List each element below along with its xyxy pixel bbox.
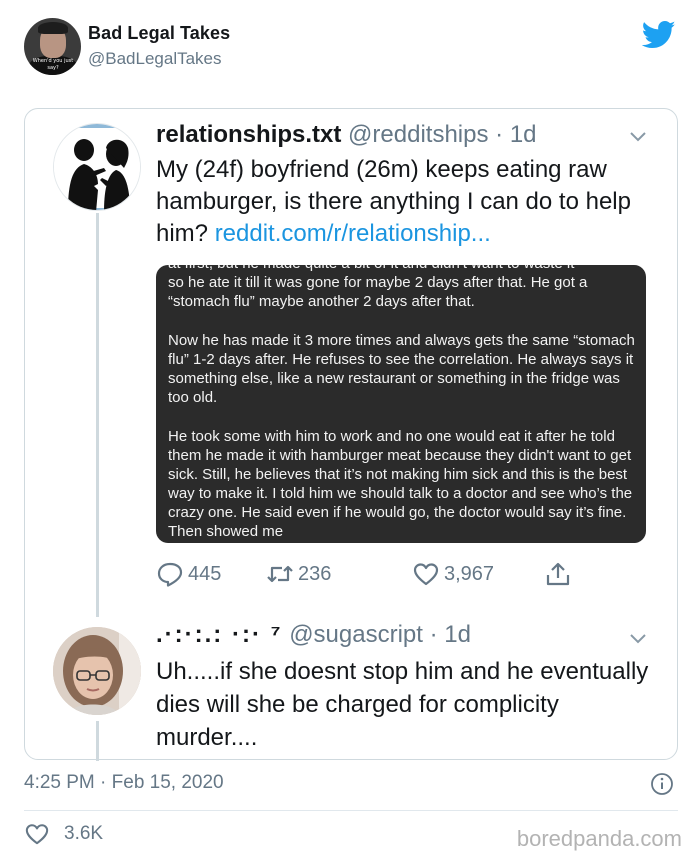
author-name[interactable]: Bad Legal Takes — [88, 23, 230, 44]
author-handle[interactable]: @BadLegalTakes — [88, 49, 222, 69]
like-action[interactable]: 3,967 — [412, 561, 494, 587]
tweet-header: When'd you just say? Bad Legal Takes @Ba… — [24, 18, 684, 78]
chevron-down-icon[interactable] — [629, 131, 647, 143]
retweet-icon — [267, 565, 293, 583]
tweet-like-count: 3.6K — [64, 823, 104, 844]
thread-connector — [96, 213, 99, 617]
reply-tweet-meta: .·:·:.: ·:· ⁷ @sugascript · 1d — [156, 621, 471, 649]
share-action[interactable] — [544, 561, 572, 587]
reply-author-name[interactable]: .·:·:.: ·:· ⁷ — [156, 621, 283, 648]
quoted-tweet-actions: 445 236 3,967 — [156, 561, 616, 591]
tweet-timestamp[interactable]: 4:25 PM · Feb 15, 2020 — [24, 772, 224, 794]
screenshot-paragraph-3: He took some with him to work and no one… — [168, 428, 633, 540]
heart-icon — [25, 824, 49, 845]
quoted-thread-card[interactable]: relationships.txt @redditships · 1d My (… — [24, 108, 678, 761]
quoted-tweet-meta: relationships.txt @redditships · 1d — [156, 121, 537, 149]
watermark: boredpanda.com — [516, 826, 682, 851]
quoted-tweet-text: My (24f) boyfriend (26m) keeps eating ra… — [156, 154, 666, 250]
screenshot-paragraph-1: so he ate it till it was gone for maybe … — [168, 274, 588, 310]
thread-connector-bottom — [96, 721, 99, 761]
reply-icon — [157, 562, 183, 587]
chevron-down-icon[interactable] — [629, 633, 647, 645]
redditships-avatar[interactable] — [53, 123, 141, 211]
sugascript-avatar[interactable] — [53, 627, 141, 715]
share-icon — [546, 562, 570, 586]
screenshot-cut-line: at first, but he made quite a bit of it … — [168, 265, 638, 273]
footer-divider — [24, 810, 678, 811]
quoted-tweet-age: · 1d — [495, 121, 537, 148]
heart-icon — [413, 563, 439, 586]
reply-tweet-text: Uh.....if she doesnt stop him and he eve… — [156, 658, 649, 751]
like-count: 3,967 — [444, 562, 495, 585]
retweet-count: 236 — [298, 562, 332, 585]
twitter-bird-icon[interactable] — [642, 20, 676, 50]
retweet-action[interactable]: 236 — [266, 561, 331, 587]
reply-tweet-age: · 1d — [429, 621, 471, 648]
author-avatar[interactable]: When'd you just say? — [24, 18, 81, 75]
quoted-author-handle[interactable]: @redditships — [348, 121, 488, 148]
screenshot-paragraph-2: Now he has made it 3 more times and alwa… — [168, 332, 635, 406]
reply-author-handle[interactable]: @sugascript — [289, 621, 423, 648]
reply-count: 445 — [188, 562, 222, 585]
avatar-caption: When'd you just say? — [32, 58, 74, 71]
quoted-tweet-link[interactable]: reddit.com/r/relationship... — [215, 220, 491, 247]
reply-action[interactable]: 445 — [156, 561, 221, 587]
info-icon[interactable] — [650, 772, 674, 796]
tweet-likes[interactable]: 3.6K — [24, 822, 103, 846]
quoted-author-name[interactable]: relationships.txt — [156, 121, 341, 148]
reddit-post-screenshot[interactable]: at first, but he made quite a bit of it … — [156, 265, 646, 543]
